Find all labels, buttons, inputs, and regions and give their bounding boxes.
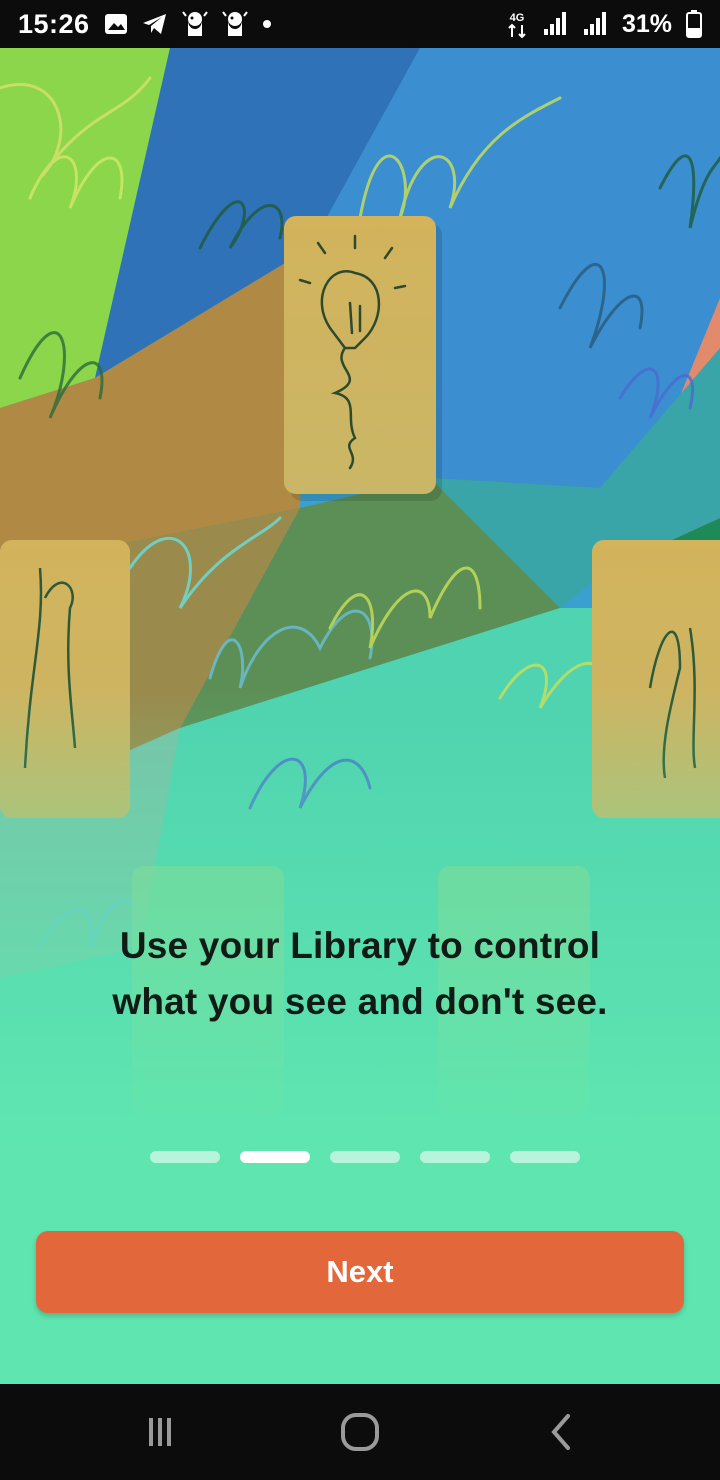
network-type-label: 4G xyxy=(510,12,525,24)
battery-icon xyxy=(686,10,702,38)
status-bar-right: 4G 31% xyxy=(506,9,702,39)
notification-dot-icon xyxy=(262,19,272,29)
premier-league-icon xyxy=(181,10,208,38)
signal-icon xyxy=(582,11,608,37)
image-icon xyxy=(104,13,128,35)
telegram-icon xyxy=(142,12,168,36)
signal-icon xyxy=(542,11,568,37)
status-bar: 15:26 4G 31% xyxy=(0,0,720,48)
home-button[interactable] xyxy=(300,1384,420,1480)
page-indicator-dot-5[interactable] xyxy=(510,1151,580,1163)
recent-apps-icon xyxy=(149,1418,171,1446)
back-icon xyxy=(551,1414,570,1450)
premier-league-icon xyxy=(221,10,248,38)
network-type-icon: 4G xyxy=(506,9,528,39)
home-icon xyxy=(341,1413,379,1451)
battery-percent: 31% xyxy=(621,9,672,38)
page-indicator-dot-4[interactable] xyxy=(420,1151,490,1163)
caption-line-2: what you see and don't see. xyxy=(112,981,608,1022)
status-time: 15:26 xyxy=(18,8,90,39)
page-indicator-dot-1[interactable] xyxy=(150,1151,220,1163)
page-indicator-dot-2-active[interactable] xyxy=(240,1151,310,1163)
back-button[interactable] xyxy=(502,1384,622,1480)
caption-line-1: Use your Library to control xyxy=(119,925,601,966)
navigation-bar xyxy=(0,1384,720,1480)
page-indicator-dot-3[interactable] xyxy=(330,1151,400,1163)
next-button[interactable]: Next xyxy=(36,1231,684,1313)
page-indicator xyxy=(150,1151,580,1163)
onboarding-caption: Use your Library to control what you see… xyxy=(40,918,680,1030)
status-bar-left: 15:26 xyxy=(18,9,272,40)
recent-apps-button[interactable] xyxy=(100,1384,220,1480)
